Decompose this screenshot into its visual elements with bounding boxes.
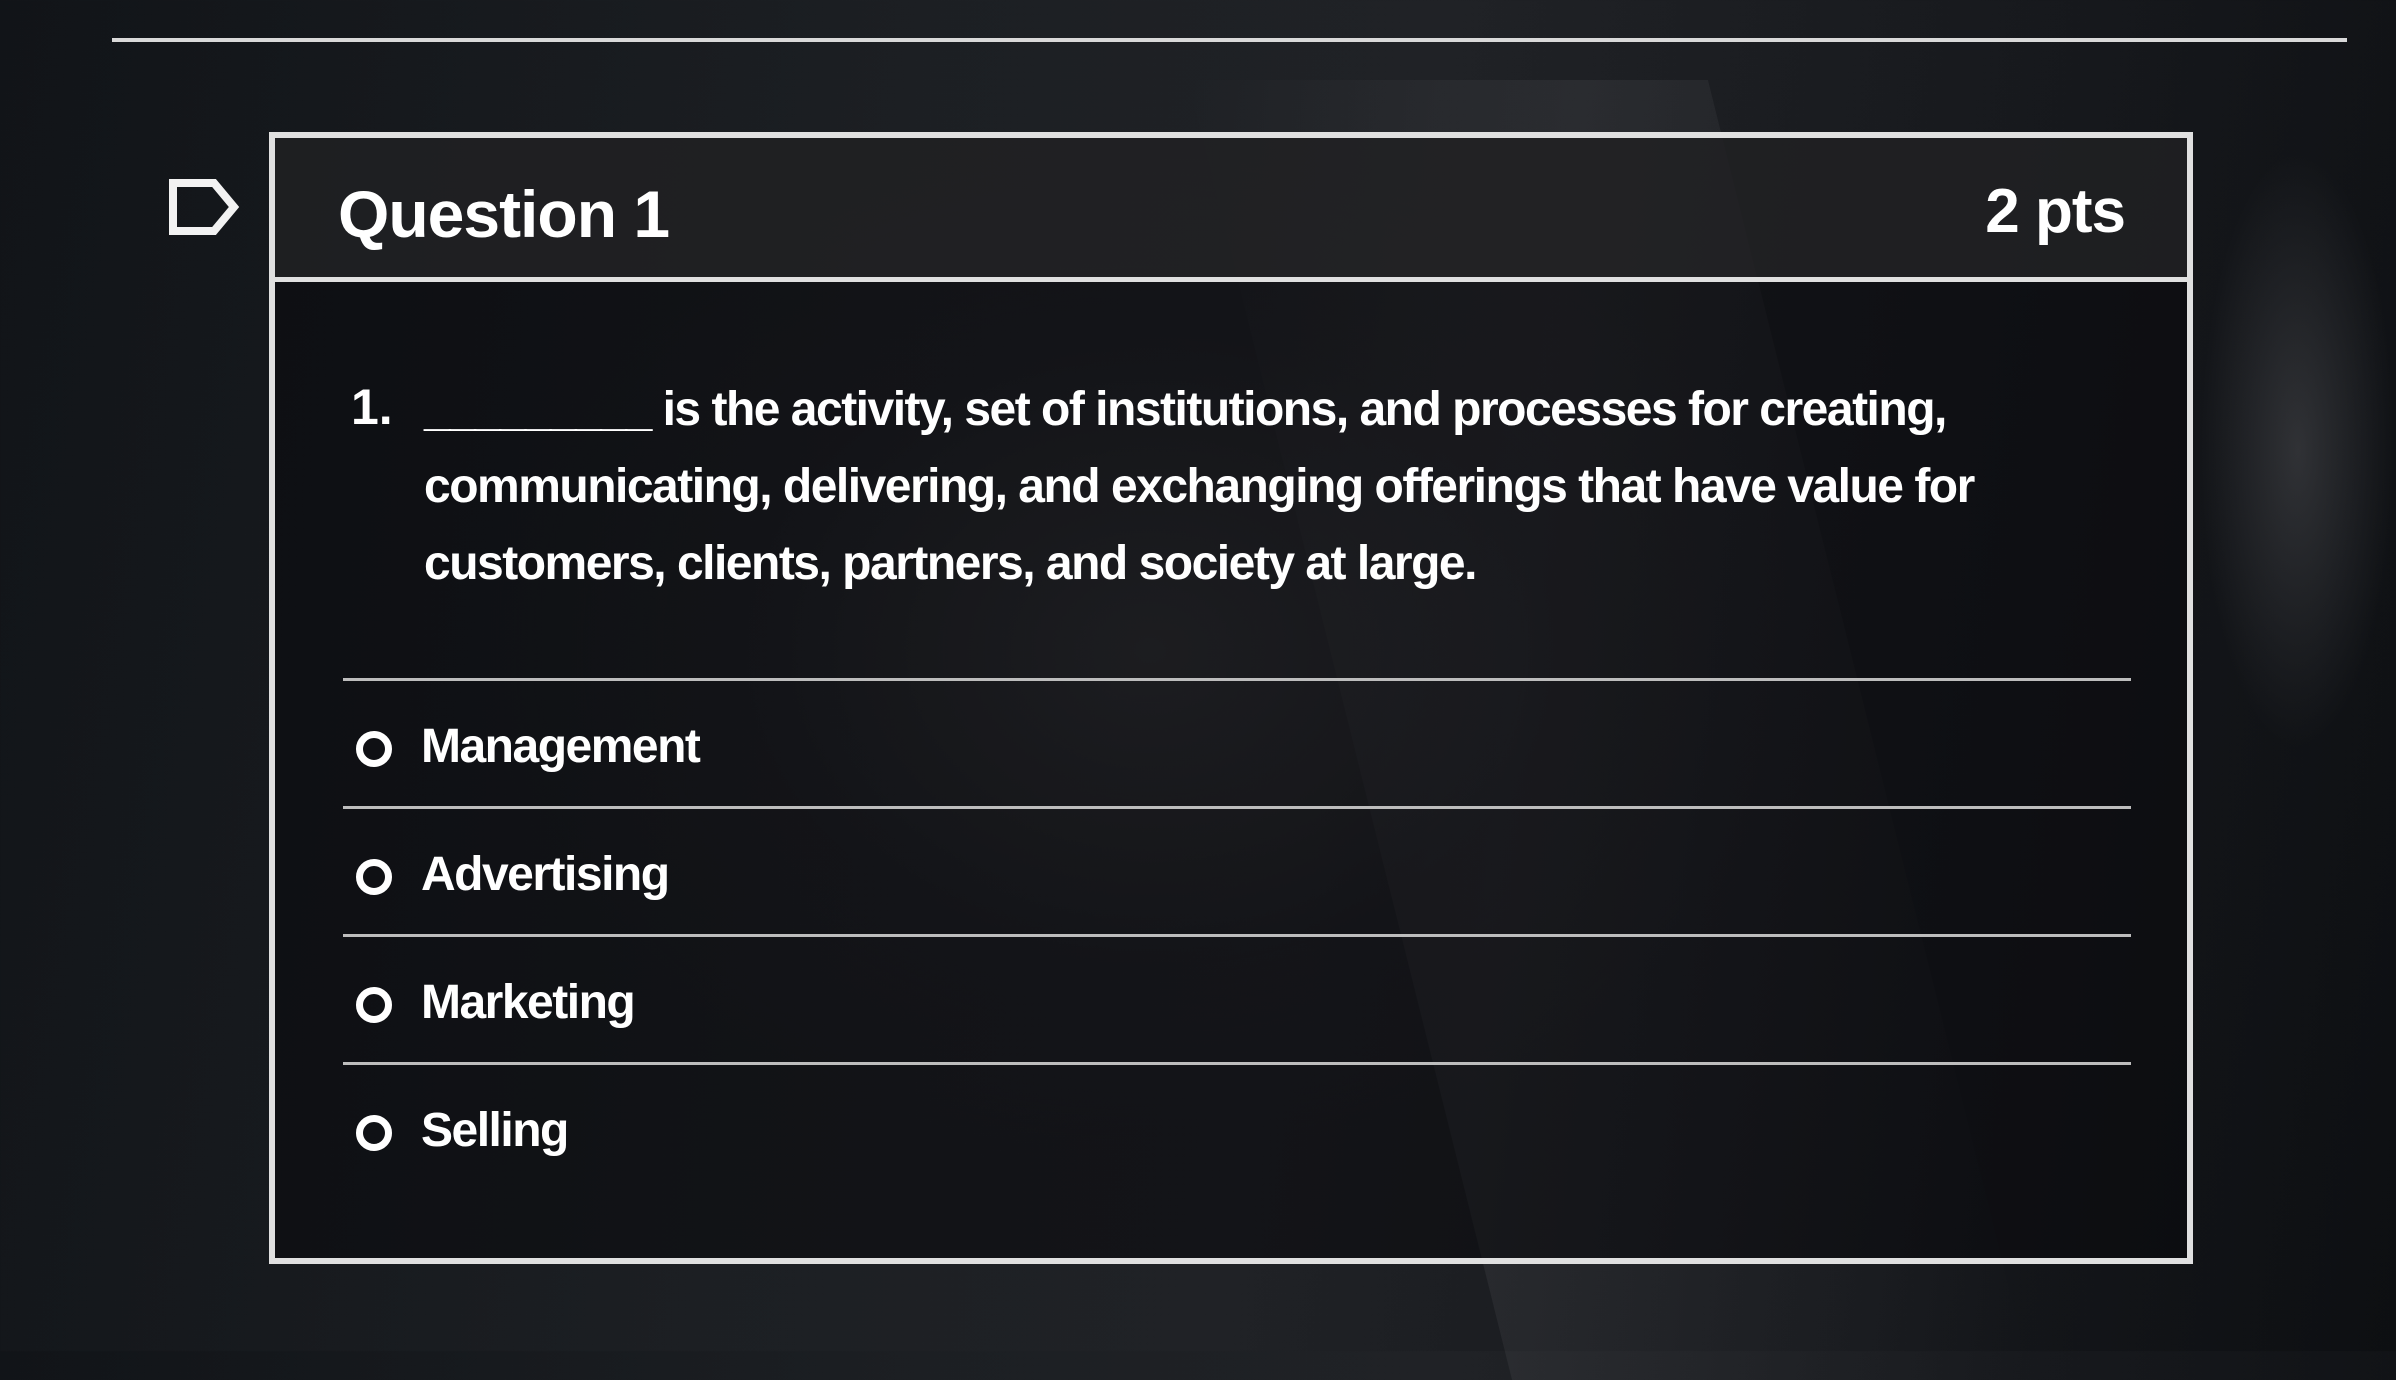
radio-unselected-icon[interactable] xyxy=(356,859,392,895)
top-divider xyxy=(112,38,2347,42)
answer-option-selling[interactable]: Selling xyxy=(343,1062,2131,1190)
question-title: Question 1 xyxy=(338,177,670,251)
question-card: Question 1 2 pts 1. _________ is the act… xyxy=(269,132,2193,1264)
radio-unselected-icon[interactable] xyxy=(356,1115,392,1151)
answer-option-marketing[interactable]: Marketing xyxy=(343,934,2131,1062)
question-header: Question 1 2 pts xyxy=(275,138,2187,282)
answer-list: Management Advertising Marketing Selling xyxy=(343,678,2131,1190)
flag-outline-icon[interactable] xyxy=(168,178,240,236)
question-points: 2 pts xyxy=(1985,177,2126,246)
answer-option-advertising[interactable]: Advertising xyxy=(343,806,2131,934)
answer-label[interactable]: Marketing xyxy=(421,975,636,1030)
answer-option-management[interactable]: Management xyxy=(343,678,2131,806)
question-text: _________ is the activity, set of instit… xyxy=(424,383,1975,590)
radio-unselected-icon[interactable] xyxy=(356,987,392,1023)
answer-label[interactable]: Selling xyxy=(421,1103,569,1158)
answer-label[interactable]: Management xyxy=(421,719,701,774)
radio-unselected-icon[interactable] xyxy=(356,731,392,767)
question-number: 1. xyxy=(351,379,393,435)
screen-glare-right xyxy=(2200,150,2396,750)
answer-label[interactable]: Advertising xyxy=(421,847,670,902)
